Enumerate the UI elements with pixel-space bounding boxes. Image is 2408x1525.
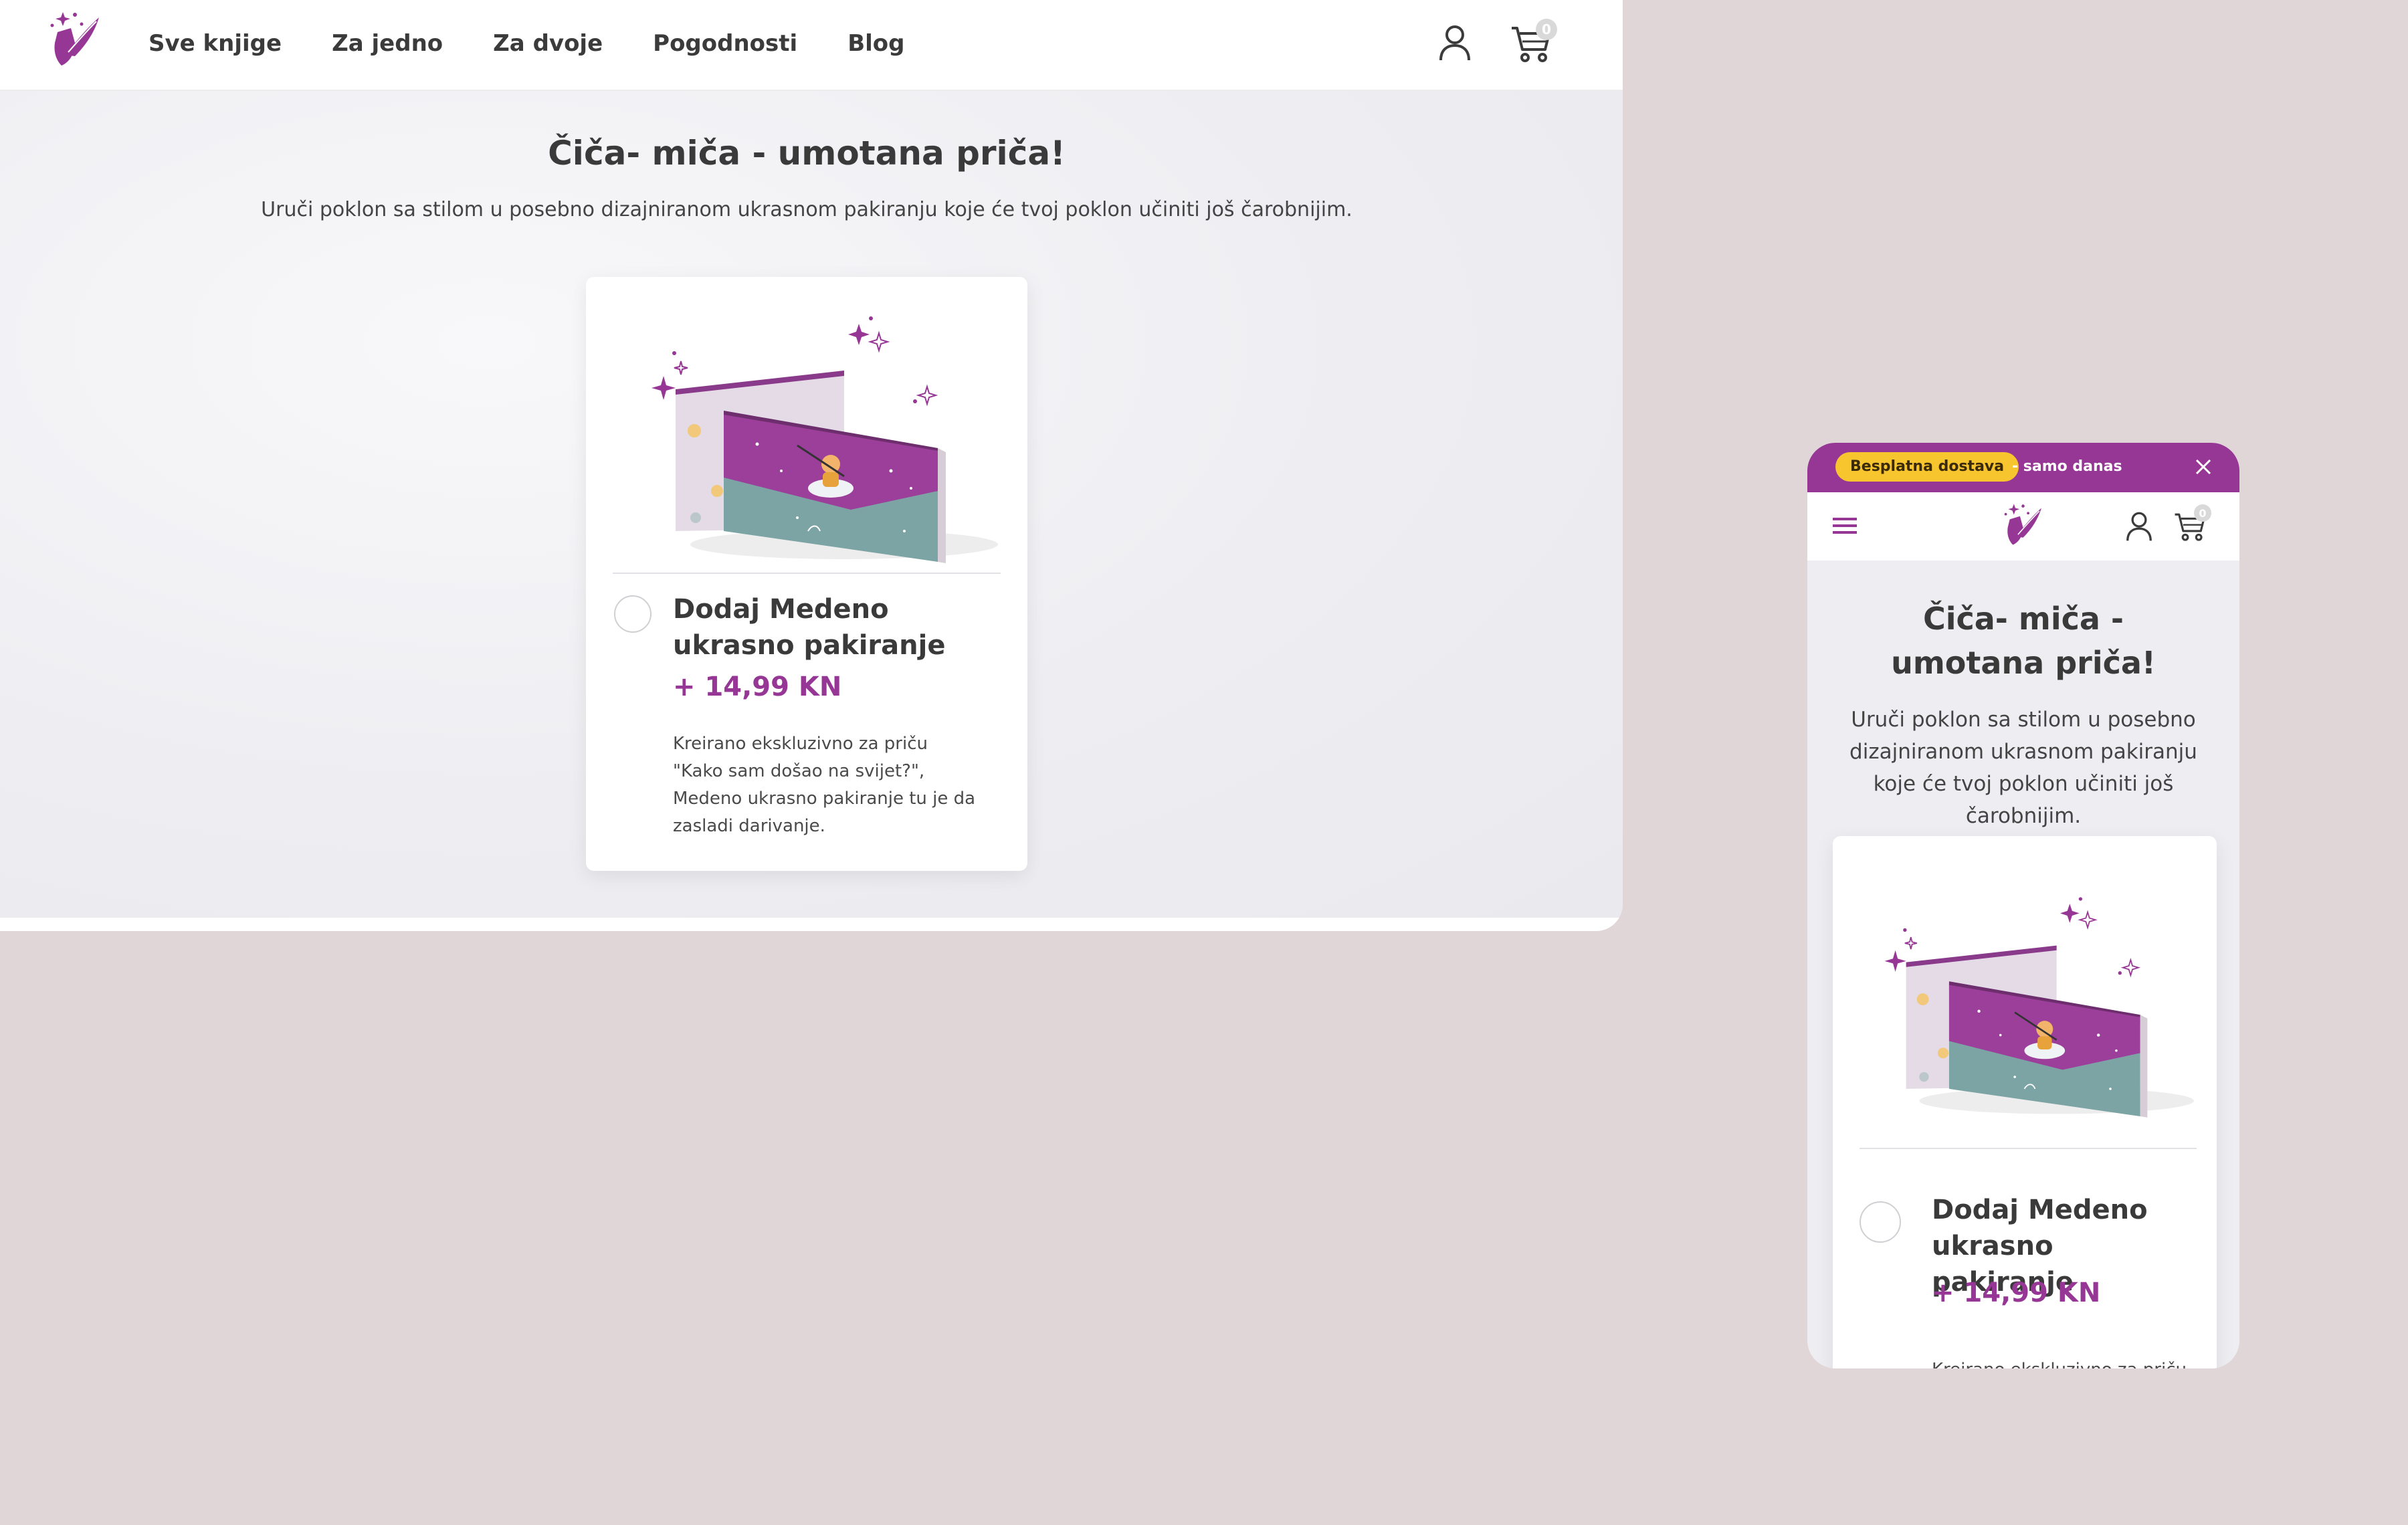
promo-badge: Besplatna dostava	[1835, 452, 2019, 482]
wizard-quill-logo-icon[interactable]	[2003, 500, 2045, 548]
gift-envelope-illustration	[1860, 866, 2194, 1133]
promo-bar: Besplatna dostava - samo danas	[1807, 443, 2239, 492]
card-divider	[613, 573, 1001, 574]
section-title: Čiča- miča - umotana priča!	[1891, 601, 2156, 681]
nav-za-dvoje[interactable]: Za dvoje	[493, 27, 603, 60]
cart-count-badge: 0	[2194, 504, 2211, 522]
section-bottom-edge	[0, 918, 1623, 931]
cart-button[interactable]: 0	[1510, 19, 1557, 63]
nav-pogodnosti[interactable]: Pogodnosti	[653, 27, 797, 60]
user-icon[interactable]	[1438, 24, 1472, 62]
product-description: Kreirano ekskluzivno za priču "Kako sam …	[1932, 1356, 2199, 1368]
wizard-quill-logo-icon[interactable]	[48, 8, 104, 70]
section-subtitle: Uruči poklon sa stilom u posebno dizajni…	[261, 198, 1352, 221]
section-subtitle: Uruči poklon sa stilom u posebno dizajni…	[1849, 708, 2197, 828]
user-icon[interactable]	[2124, 511, 2154, 542]
hamburger-menu-icon[interactable]	[1831, 514, 1858, 538]
nav-sve-knjige[interactable]: Sve knjige	[148, 27, 282, 60]
add-gift-wrap-radio[interactable]	[1860, 1201, 1901, 1243]
gift-wrap-card[interactable]: Dodaj Medeno ukrasno pakiranje + 14,99 K…	[1833, 836, 2217, 1368]
nav-blog[interactable]: Blog	[847, 27, 904, 60]
add-gift-wrap-radio[interactable]	[614, 595, 651, 633]
cart-button[interactable]: 0	[2174, 504, 2211, 542]
product-price: + 14,99 KN	[673, 672, 842, 702]
nav-za-jedno[interactable]: Za jedno	[332, 27, 443, 60]
card-divider	[1860, 1148, 2197, 1149]
product-title: Dodaj Medeno ukrasno pakiranje	[673, 594, 946, 661]
mobile-header: 0	[1807, 492, 2239, 561]
mobile-mockup: Besplatna dostava - samo danas 0 Čiča- m…	[1807, 443, 2239, 1368]
site-header: Sve knjige Za jedno Za dvoje Pogodnosti …	[0, 0, 1623, 91]
product-price: + 14,99 KN	[1932, 1278, 2101, 1308]
product-description: Kreirano ekskluzivno za priču "Kako sam …	[673, 734, 976, 836]
gift-envelope-illustration	[623, 297, 998, 565]
cart-count-badge: 0	[1536, 19, 1557, 40]
close-icon[interactable]	[2193, 456, 2214, 478]
desktop-mockup: Sve knjige Za jedno Za dvoje Pogodnosti …	[0, 0, 1623, 931]
section-title: Čiča- miča - umotana priča!	[548, 134, 1066, 173]
promo-text: - samo danas	[2012, 458, 2122, 475]
gift-wrap-card[interactable]: Dodaj Medeno ukrasno pakiranje + 14,99 K…	[586, 277, 1027, 871]
main-nav: Sve knjige Za jedno Za dvoje Pogodnosti …	[148, 27, 955, 60]
